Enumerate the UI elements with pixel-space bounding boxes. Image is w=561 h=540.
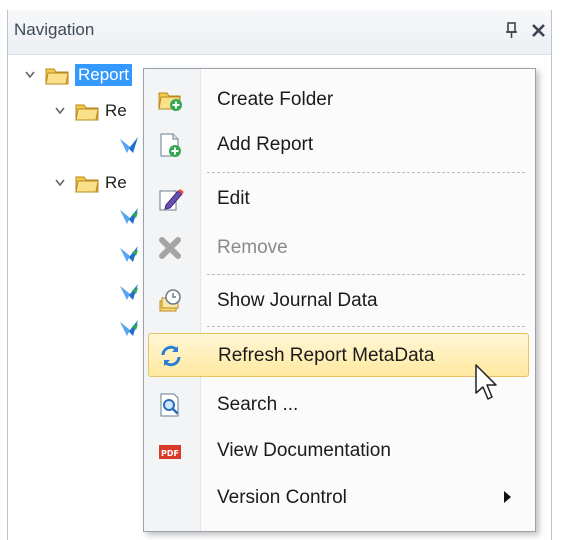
- close-icon[interactable]: [528, 18, 550, 42]
- search-icon: [156, 391, 184, 419]
- tree-node-child-2[interactable]: Re: [52, 168, 127, 198]
- menu-label: Remove: [217, 237, 288, 258]
- report-icon[interactable]: [118, 135, 140, 155]
- create-folder-icon: [156, 86, 184, 114]
- tree-label-reports[interactable]: Report: [75, 64, 133, 86]
- chevron-down-icon[interactable]: [52, 103, 68, 119]
- panel-title: Navigation: [14, 20, 95, 39]
- menu-label: Add Report: [217, 134, 314, 155]
- chevron-down-icon[interactable]: [52, 175, 68, 191]
- menu-item-edit[interactable]: Edit: [148, 177, 529, 221]
- tree-label-child-1[interactable]: Re: [105, 101, 127, 121]
- chevron-down-icon[interactable]: [22, 67, 38, 83]
- pdf-icon: PDF: [156, 437, 184, 465]
- remove-icon: [156, 234, 184, 262]
- mouse-cursor-icon: [474, 363, 500, 403]
- menu-item-show-journal-data[interactable]: Show Journal Data: [148, 279, 529, 323]
- report-icon[interactable]: [118, 318, 140, 338]
- context-menu: Create Folder Add Report Edit Remove Sho…: [143, 68, 536, 532]
- report-icon[interactable]: [118, 244, 140, 264]
- submenu-arrow-icon: [504, 491, 511, 503]
- folder-icon: [74, 100, 100, 122]
- folder-icon: [44, 64, 70, 86]
- menu-item-remove[interactable]: Remove: [148, 226, 529, 270]
- menu-item-refresh-report-metadata[interactable]: Refresh Report MetaData: [148, 333, 529, 377]
- menu-label: Version Control: [217, 487, 347, 508]
- folder-icon: [74, 172, 100, 194]
- menu-label: Refresh Report MetaData: [218, 345, 435, 366]
- refresh-icon: [157, 342, 185, 370]
- menu-label: Search ...: [217, 394, 299, 415]
- menu-separator: [207, 274, 525, 275]
- menu-separator: [207, 172, 525, 173]
- menu-item-add-report[interactable]: Add Report: [148, 123, 529, 167]
- menu-item-create-folder[interactable]: Create Folder: [148, 78, 529, 122]
- report-icon[interactable]: [118, 282, 140, 302]
- menu-label: Create Folder: [217, 89, 334, 110]
- tree-node-reports[interactable]: Report: [22, 60, 133, 90]
- tree-node-child-1[interactable]: Re: [52, 96, 127, 126]
- menu-label: Show Journal Data: [217, 290, 378, 311]
- svg-text:PDF: PDF: [161, 449, 179, 458]
- menu-item-view-documentation[interactable]: PDF View Documentation: [148, 429, 529, 473]
- menu-label: Edit: [217, 188, 250, 209]
- menu-label: View Documentation: [217, 440, 391, 461]
- panel-titlebar: Navigation: [8, 10, 551, 55]
- pin-icon[interactable]: [502, 18, 522, 42]
- journal-icon: [156, 287, 184, 315]
- tree-label-child-2[interactable]: Re: [105, 173, 127, 193]
- menu-separator: [207, 326, 525, 327]
- report-icon[interactable]: [118, 206, 140, 226]
- menu-item-search[interactable]: Search ...: [148, 383, 529, 427]
- add-report-icon: [156, 131, 184, 159]
- menu-item-version-control[interactable]: Version Control: [148, 476, 529, 520]
- edit-icon: [156, 185, 184, 213]
